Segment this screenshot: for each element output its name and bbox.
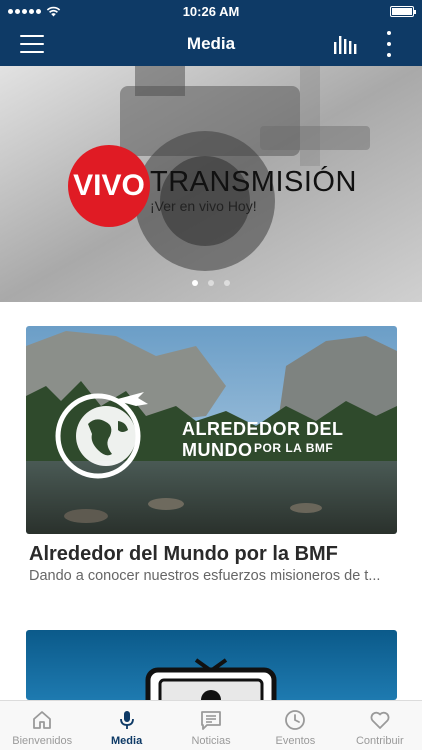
hero-title: TRANSMISIÓN: [150, 166, 357, 198]
nav-bar: Media: [0, 22, 422, 66]
tab-label: Noticias: [191, 735, 231, 747]
carousel-dot[interactable]: [208, 280, 214, 286]
live-badge: VIVO: [68, 145, 150, 227]
more-options-button[interactable]: [382, 31, 396, 57]
tab-contribuir[interactable]: Contribuir: [338, 701, 422, 750]
tab-eventos[interactable]: Eventos: [253, 701, 337, 750]
tab-bar: Bienvenidos Media Noticias Eventos Contr…: [0, 700, 422, 750]
live-stream-banner[interactable]: VIVO TRANSMISIÓN ¡Ver en vivo Hoy!: [0, 66, 422, 302]
page-title: Media: [186, 34, 236, 53]
kebab-dot: [387, 42, 391, 46]
card-image-subtitle: POR LA BMF: [254, 441, 334, 455]
bar-chart-icon[interactable]: [332, 32, 358, 56]
hero-subtitle: ¡Ver en vivo Hoy!: [150, 198, 257, 214]
tab-label: Eventos: [275, 735, 316, 747]
status-time: 10:26 AM: [182, 3, 240, 19]
kebab-dot: [387, 53, 391, 57]
tv-icon: [145, 658, 277, 700]
microphone-icon: [119, 711, 134, 729]
news-icon: [201, 711, 221, 730]
home-icon: [33, 711, 52, 729]
card-image[interactable]: [26, 630, 397, 700]
tab-label: Contribuir: [355, 735, 404, 747]
status-bar: 10:26 AM: [0, 0, 422, 22]
tab-label: Bienvenidos: [12, 735, 73, 747]
card-description: Dando a conocer nuestros esfuerzos misio…: [29, 568, 381, 584]
carousel-dot[interactable]: [192, 280, 198, 286]
tab-label: Media: [111, 735, 143, 747]
tab-media[interactable]: Media: [84, 701, 168, 750]
carousel-dot[interactable]: [224, 280, 230, 286]
clock-icon: [285, 710, 306, 730]
card-title[interactable]: Alrededor del Mundo por la BMF: [29, 543, 338, 566]
kebab-dot: [387, 31, 391, 35]
app-root: 10:26 AM Media VIVO TRANSMISIÓN ¡Ver en …: [0, 0, 422, 750]
carousel-dots[interactable]: [0, 280, 422, 286]
battery-icon: [390, 5, 416, 17]
heart-icon: [370, 711, 390, 729]
tab-noticias[interactable]: Noticias: [169, 701, 253, 750]
card-image[interactable]: ALREDEDOR DEL MUNDO POR LA BMF: [26, 326, 397, 534]
tab-bienvenidos[interactable]: Bienvenidos: [0, 701, 84, 750]
